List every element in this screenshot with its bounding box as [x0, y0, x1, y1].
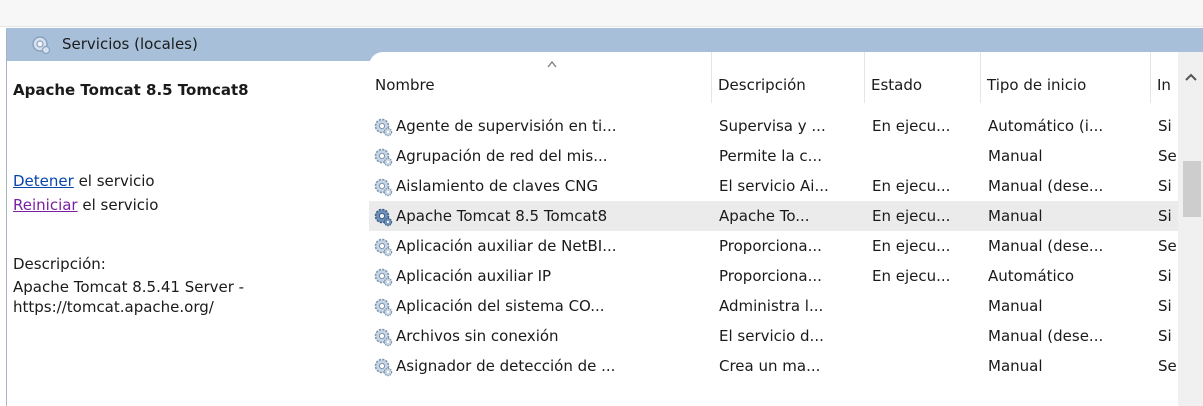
column-header-label: Estado [871, 76, 923, 94]
service-logon: Se [1158, 237, 1177, 255]
service-logon: Si [1158, 267, 1172, 285]
service-description: Proporciona... [719, 267, 822, 285]
stop-service-link[interactable]: Detener [13, 172, 74, 190]
column-headers: Nombre Descripción Estado Tipo de inicio… [369, 52, 1203, 103]
service-description: Apache To... [719, 207, 810, 225]
service-name: Aislamiento de claves CNG [396, 177, 599, 195]
description-line: https://tomcat.apache.org/ [13, 298, 214, 316]
column-header-nombre[interactable]: Nombre [369, 52, 712, 103]
stop-service-suffix: el servicio [73, 172, 155, 190]
service-name: Aplicación del sistema CO... [396, 297, 605, 315]
service-state: En ejecu... [872, 207, 951, 225]
service-state: En ejecu... [872, 117, 951, 135]
service-description: El servicio d... [719, 327, 824, 345]
service-description: Proporciona... [719, 237, 822, 255]
service-logon: Si [1158, 207, 1172, 225]
description-label: Descripción: [13, 255, 106, 273]
service-description: Crea un ma... [719, 357, 821, 375]
column-header-tipo-inicio[interactable]: Tipo de inicio [981, 52, 1151, 103]
service-state [872, 291, 978, 321]
table-row[interactable]: Aplicación auxiliar de NetBI... Proporci… [369, 231, 1179, 261]
service-name: Agente de supervisión en ti... [396, 117, 617, 135]
service-start-type: Automático (i... [988, 117, 1104, 135]
service-state [872, 351, 978, 381]
service-start-type: Manual (dese... [988, 327, 1104, 345]
service-start-type: Manual [988, 297, 1043, 315]
column-header-label: Nombre [375, 76, 435, 94]
table-row[interactable]: Agrupación de red del mis... Permite la … [369, 141, 1179, 171]
gear-icon [374, 118, 393, 137]
service-state: En ejecu... [872, 177, 951, 195]
services-icon [32, 36, 51, 55]
service-logon: Si [1158, 177, 1172, 195]
restart-service-link[interactable]: Reiniciar [13, 196, 78, 214]
gear-icon [374, 268, 393, 287]
selected-service-title: Apache Tomcat 8.5 Tomcat8 [13, 81, 249, 99]
column-header-label: In [1157, 76, 1171, 94]
service-name: Asignador de detección de ... [396, 357, 616, 375]
gear-icon [374, 148, 393, 167]
gear-icon [374, 208, 393, 227]
service-start-type: Manual (dese... [988, 237, 1104, 255]
service-start-type: Manual [988, 147, 1043, 165]
table-row[interactable]: Agente de supervisión en ti... Supervisa… [369, 111, 1179, 141]
description-line: Apache Tomcat 8.5.41 Server - [13, 278, 245, 296]
service-name: Aplicación auxiliar IP [396, 267, 552, 285]
service-state [872, 321, 978, 351]
gear-icon [374, 238, 393, 257]
service-description: Permite la c... [719, 147, 822, 165]
column-header-label: Descripción [718, 76, 806, 94]
service-start-type: Manual [988, 357, 1043, 375]
sort-ascending-icon [547, 61, 557, 68]
table-row[interactable]: Aplicación auxiliar IP Proporciona... En… [369, 261, 1179, 291]
scrollbar-thumb[interactable] [1183, 161, 1201, 217]
service-name: Agrupación de red del mis... [396, 147, 608, 165]
services-window: Servicios (locales) Apache Tomcat 8.5 To… [6, 28, 1203, 406]
column-header-label: Tipo de inicio [987, 76, 1087, 94]
service-state: En ejecu... [872, 267, 951, 285]
service-state: En ejecu... [872, 237, 951, 255]
service-start-type: Manual [988, 207, 1043, 225]
service-name: Apache Tomcat 8.5 Tomcat8 [396, 207, 608, 225]
service-name: Aplicación auxiliar de NetBI... [396, 237, 617, 255]
vertical-scrollbar[interactable] [1178, 52, 1203, 406]
service-state [872, 141, 978, 171]
service-name: Archivos sin conexión [396, 327, 559, 345]
gear-icon [374, 328, 393, 347]
service-description: El servicio Ai... [719, 177, 829, 195]
restart-service-suffix: el servicio [77, 196, 159, 214]
toolbar-area [0, 0, 1203, 27]
gear-icon [374, 358, 393, 377]
service-details-panel: Apache Tomcat 8.5 Tomcat8 Detener el ser… [7, 61, 369, 406]
service-logon: Se [1158, 147, 1177, 165]
service-description: Administra l... [719, 297, 824, 315]
column-header-inicio-sesion[interactable]: In [1151, 52, 1179, 103]
table-row[interactable]: Asignador de detección de ... Crea un ma… [369, 351, 1179, 381]
description-text: Apache Tomcat 8.5.41 Server - https://to… [13, 277, 333, 317]
column-header-descripcion[interactable]: Descripción [712, 52, 865, 103]
service-logon: Se [1158, 357, 1177, 375]
stop-service-action: Detener el servicio [13, 172, 155, 190]
gear-icon [374, 178, 393, 197]
service-description: Supervisa y ... [719, 117, 826, 135]
table-row[interactable]: Aplicación del sistema CO... Administra … [369, 291, 1179, 321]
chevron-up-icon[interactable] [1178, 67, 1203, 87]
service-start-type: Manual (dese... [988, 177, 1104, 195]
table-row[interactable]: Archivos sin conexión El servicio d... M… [369, 321, 1179, 351]
service-start-type: Automático [988, 267, 1075, 285]
table-row-selected[interactable]: Apache Tomcat 8.5 Tomcat8 Apache To... E… [369, 201, 1179, 231]
service-rows: Agente de supervisión en ti... Supervisa… [369, 111, 1179, 381]
service-logon: Si [1158, 327, 1172, 345]
service-logon: Si [1158, 117, 1172, 135]
services-list: Nombre Descripción Estado Tipo de inicio… [369, 52, 1203, 406]
service-logon: Si [1158, 297, 1172, 315]
gear-icon [374, 298, 393, 317]
table-row[interactable]: Aislamiento de claves CNG El servicio Ai… [369, 171, 1179, 201]
services-title: Servicios (locales) [62, 35, 198, 53]
column-header-estado[interactable]: Estado [865, 52, 981, 103]
restart-service-action: Reiniciar el servicio [13, 196, 158, 214]
